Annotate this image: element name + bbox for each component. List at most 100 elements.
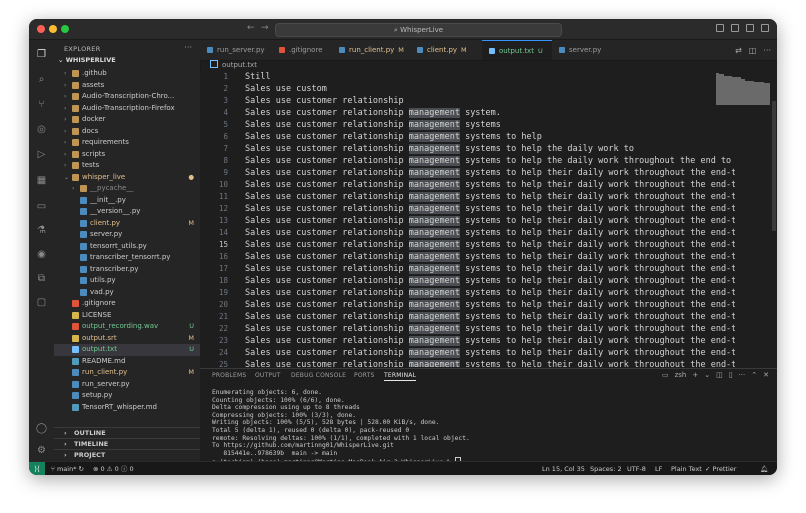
code-line[interactable]: Sales use customer relationship manageme… bbox=[245, 203, 735, 215]
more-actions-icon[interactable]: ··· bbox=[184, 43, 192, 52]
panel-tab-terminal[interactable]: TERMINAL bbox=[384, 372, 417, 381]
code-line[interactable]: Sales use customer relationship manageme… bbox=[245, 323, 735, 335]
tree-folder[interactable]: › .github bbox=[54, 68, 200, 80]
remote-window-icon[interactable]: ▭ bbox=[35, 200, 48, 213]
run-debug-icon[interactable]: ▷ bbox=[35, 148, 48, 161]
shell-name[interactable]: zsh bbox=[675, 371, 687, 379]
tab-server-py[interactable]: server.py bbox=[552, 40, 614, 60]
breadcrumb[interactable]: output.txt bbox=[200, 60, 257, 71]
tree-file[interactable]: output.txt U bbox=[54, 344, 200, 356]
tab-client-py[interactable]: client.py M bbox=[410, 40, 482, 60]
code-line[interactable]: Sales use customer relationship manageme… bbox=[245, 119, 501, 131]
tree-file[interactable]: README.md bbox=[54, 356, 200, 368]
extensions-icon[interactable]: ▦ bbox=[35, 174, 48, 187]
tree-folder[interactable]: ⌄ whisper_live ● bbox=[54, 172, 200, 184]
toggle-sidebar-icon[interactable] bbox=[716, 24, 724, 32]
panel-tab-debug-console[interactable]: DEBUG CONSOLE bbox=[291, 372, 346, 379]
back-icon[interactable]: ← bbox=[247, 23, 255, 33]
code-line[interactable]: Sales use customer relationship manageme… bbox=[245, 143, 634, 155]
tree-file[interactable]: run_server.py bbox=[54, 379, 200, 391]
tree-file[interactable]: vad.py bbox=[54, 287, 200, 299]
split-editor-icon[interactable]: ◫ bbox=[749, 46, 757, 55]
tree-file[interactable]: client.py M bbox=[54, 218, 200, 230]
search-icon[interactable]: ⌕ bbox=[35, 73, 48, 86]
minimize-window-button[interactable] bbox=[49, 25, 57, 33]
tree-file[interactable]: transcriber.py bbox=[54, 264, 200, 276]
chat-icon[interactable]: ▢ bbox=[35, 296, 48, 309]
panel-tab-ports[interactable]: PORTS bbox=[354, 372, 375, 379]
command-center[interactable]: ⌕ WhisperLive bbox=[275, 23, 562, 37]
tree-folder[interactable]: › __pycache__ bbox=[54, 183, 200, 195]
text-editor[interactable]: 1 2 3 4 5 6 7 8 9 10 11 12 13 14 15 16 17 18 19 20 21 22 23 24 2… bbox=[200, 71, 777, 367]
editor-scrollbar[interactable] bbox=[771, 71, 777, 367]
code-line[interactable]: Sales use customer relationship manageme… bbox=[245, 263, 735, 275]
tree-folder[interactable]: › docs bbox=[54, 126, 200, 138]
more-actions-icon[interactable]: ··· bbox=[739, 371, 746, 379]
accounts-icon[interactable]: ◯ bbox=[35, 422, 48, 435]
tree-folder[interactable]: › scripts bbox=[54, 149, 200, 161]
cursor-position[interactable]: Ln 15, Col 35 bbox=[542, 462, 585, 475]
testing-icon[interactable]: ⚗ bbox=[35, 224, 48, 237]
tree-file[interactable]: __version__.py bbox=[54, 206, 200, 218]
code-line[interactable]: Sales use customer relationship manageme… bbox=[245, 107, 501, 119]
tab-run-client-py[interactable]: run_client.py M bbox=[332, 40, 410, 60]
tree-file[interactable]: tensorrt_utils.py bbox=[54, 241, 200, 253]
code-line[interactable]: Sales use customer relationship manageme… bbox=[245, 155, 731, 167]
prettier-status[interactable]: ✓ Prettier bbox=[705, 462, 736, 475]
workspace-root[interactable]: ⌄ WHISPERLIVE bbox=[58, 56, 116, 64]
tree-file[interactable]: LICENSE bbox=[54, 310, 200, 322]
close-panel-icon[interactable]: ✕ bbox=[763, 371, 769, 379]
code-line[interactable]: Sales use customer relationship manageme… bbox=[245, 239, 735, 251]
customize-layout-icon[interactable] bbox=[761, 24, 769, 32]
terminal-output[interactable]: Enumerating objects: 6, done. Counting ob… bbox=[212, 389, 772, 466]
add-terminal-icon[interactable]: + bbox=[692, 371, 698, 379]
code-line[interactable]: Sales use custom bbox=[245, 83, 327, 95]
code-line[interactable]: Still bbox=[245, 71, 271, 83]
tree-folder[interactable]: › assets bbox=[54, 80, 200, 92]
code-line[interactable]: Sales use customer relationship manageme… bbox=[245, 191, 735, 203]
source-control-icon[interactable]: ⑂ bbox=[35, 98, 48, 111]
github-icon[interactable]: ◉ bbox=[35, 248, 48, 261]
code-line[interactable]: Sales use customer relationship bbox=[245, 95, 404, 107]
code-content[interactable]: Still Sales use custom Sales use customer … bbox=[245, 71, 735, 367]
chevron-down-icon[interactable]: ⌄ bbox=[704, 371, 710, 379]
tree-file[interactable]: __init__.py bbox=[54, 195, 200, 207]
code-line[interactable]: Sales use customer relationship manageme… bbox=[245, 335, 735, 347]
maximize-panel-icon[interactable]: ⌃ bbox=[751, 371, 757, 379]
code-line[interactable]: Sales use customer relationship manageme… bbox=[245, 131, 542, 143]
branch-indicator[interactable]: ⑂ main* ↻ bbox=[51, 462, 84, 475]
remote-explorer-icon[interactable]: ◎ bbox=[35, 123, 48, 136]
more-actions-icon[interactable]: ··· bbox=[763, 46, 771, 55]
panel-tab-problems[interactable]: PROBLEMS bbox=[212, 372, 246, 379]
compare-icon[interactable]: ⇄ bbox=[735, 46, 742, 55]
language-mode[interactable]: Plain Text bbox=[671, 462, 702, 475]
tree-file[interactable]: server.py bbox=[54, 229, 200, 241]
indentation[interactable]: Spaces: 2 bbox=[590, 462, 622, 475]
toggle-panel-icon[interactable] bbox=[731, 24, 739, 32]
tree-file[interactable]: run_client.py M bbox=[54, 367, 200, 379]
code-line[interactable]: Sales use customer relationship manageme… bbox=[245, 311, 735, 323]
panel-tab-output[interactable]: OUTPUT bbox=[255, 372, 281, 379]
code-line[interactable]: Sales use customer relationship manageme… bbox=[245, 167, 735, 179]
code-line[interactable]: Sales use customer relationship manageme… bbox=[245, 215, 735, 227]
tree-file[interactable]: .gitignore bbox=[54, 298, 200, 310]
tree-file[interactable]: setup.py bbox=[54, 390, 200, 402]
problems-indicator[interactable]: ⊗ 0 ⚠ 0 ⓘ 0 bbox=[93, 462, 134, 475]
tree-folder[interactable]: › Audio-Transcription-Firefox bbox=[54, 103, 200, 115]
code-line[interactable]: Sales use customer relationship manageme… bbox=[245, 347, 735, 359]
tab-run-server-py[interactable]: run_server.py bbox=[200, 40, 272, 60]
code-line[interactable]: Sales use customer relationship manageme… bbox=[245, 299, 735, 311]
remote-indicator-icon[interactable]: ⟩⟨ bbox=[29, 462, 45, 475]
tab-output-txt[interactable]: output.txt U bbox=[482, 40, 552, 60]
code-line[interactable]: Sales use customer relationship manageme… bbox=[245, 179, 735, 191]
tree-folder[interactable]: › requirements bbox=[54, 137, 200, 149]
tree-file[interactable]: output_recording.wav U bbox=[54, 321, 200, 333]
code-line[interactable]: Sales use customer relationship manageme… bbox=[245, 287, 735, 299]
tree-file[interactable]: transcriber_tensorrt.py bbox=[54, 252, 200, 264]
trash-icon[interactable]: ▯ bbox=[729, 371, 733, 379]
forward-icon[interactable]: → bbox=[261, 23, 269, 33]
code-line[interactable]: Sales use customer relationship manageme… bbox=[245, 227, 735, 239]
manage-icon[interactable]: ⚙ bbox=[35, 444, 48, 457]
tree-file[interactable]: utils.py bbox=[54, 275, 200, 287]
zoom-window-button[interactable] bbox=[61, 25, 69, 33]
